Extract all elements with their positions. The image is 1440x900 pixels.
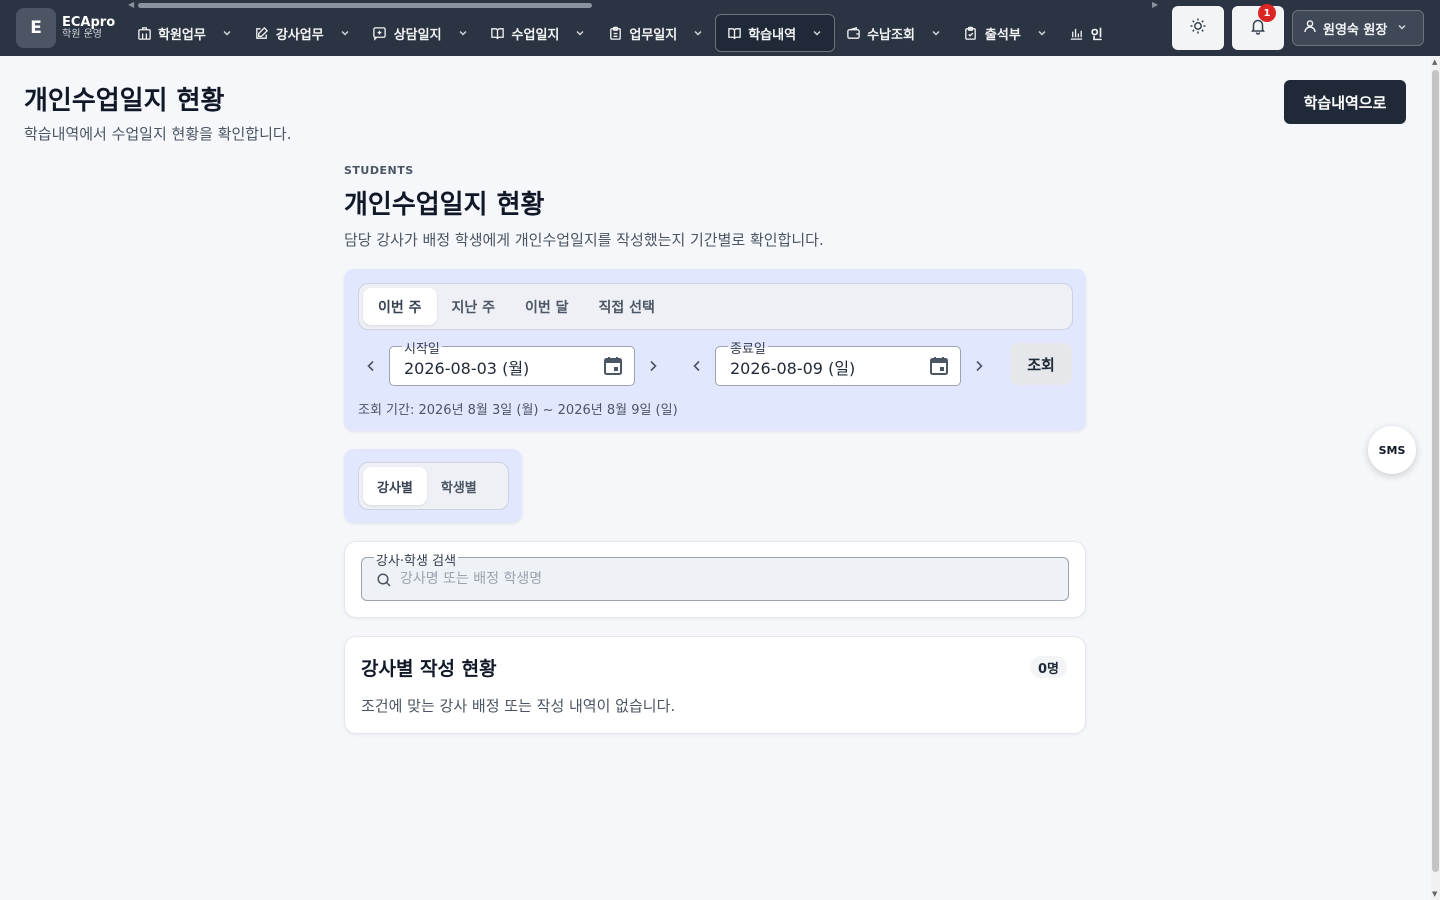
chevron-down-icon [1035,26,1049,40]
theme-toggle-button[interactable] [1172,6,1224,50]
nav-item-label: 학원업무 [158,27,206,43]
empty-state-text: 조건에 맞는 강사 배정 또는 작성 내역이 없습니다. [361,697,676,715]
book-open-icon [726,25,742,41]
chevron-down-icon [573,26,587,40]
start-date-field[interactable]: 시작일 2026-08-03 (월) [389,338,635,386]
user-menu-button[interactable]: 원영숙 원장 [1292,10,1424,46]
sun-icon [1189,17,1207,39]
end-date-value: 2026-08-09 (일) [730,359,856,378]
calendar-icon[interactable] [928,355,950,377]
wallet-icon [845,25,861,41]
nav-item-label: 강사업무 [275,27,324,43]
chart-bar-icon [1069,25,1085,41]
nav-item-label: 업무일지 [629,27,678,43]
scroll-up-icon[interactable]: ▲ [1432,58,1437,66]
nav-item-teacher[interactable]: 강사업무 [244,14,362,52]
start-date-value: 2026-08-03 (월) [404,359,530,378]
tab-this-week[interactable]: 이번 주 [363,288,437,325]
notification-badge: 1 [1258,4,1276,22]
scroll-left-icon[interactable]: ◀ [128,0,134,9]
scroll-down-icon[interactable]: ▼ [1432,890,1437,898]
calendar-icon[interactable] [602,355,624,377]
end-date-field[interactable]: 종료일 2026-08-09 (일) [715,338,961,386]
query-range-text: 조회 기간: 2026년 8월 3일 (월) ~ 2026년 8월 9일 (일) [358,403,678,418]
nav-item-stats[interactable]: 인 [1059,14,1113,52]
sms-button[interactable]: SMS [1368,426,1416,474]
view-tabs: 강사별 학생별 [358,462,509,510]
brand-name: ECApro [62,14,116,30]
nav-item-learning-history[interactable]: 학습내역 [715,14,836,52]
chevron-down-icon [929,26,943,40]
tab-by-student[interactable]: 학생별 [427,467,491,505]
nav-item-label: 수납조회 [867,27,915,43]
nav-item-label: 학습내역 [748,27,797,43]
nav-item-academy[interactable]: 학원업무 [126,14,244,52]
notifications-button[interactable]: 1 [1232,4,1284,50]
nav-item-attendance[interactable]: 출석부 [953,14,1059,52]
tab-by-teacher[interactable]: 강사별 [363,467,427,505]
page-scrollbar[interactable]: ▲ ▼ [1431,56,1440,900]
clipboard-check-icon [963,25,979,41]
end-date-prev-button[interactable] [686,355,708,377]
nav-item-class-log[interactable]: 수업일지 [480,14,598,52]
clipboard-icon [607,25,623,41]
result-count-badge: 0명 [1030,656,1068,678]
tab-last-week[interactable]: 지난 주 [437,288,511,325]
nav-item-label: 상담일지 [393,27,442,43]
chevron-down-icon [220,26,234,40]
chat-plus-icon [372,25,388,41]
content-subtitle: 담당 강사가 배정 학생에게 개인수업일지를 작성했는지 기간별로 확인합니다. [344,231,824,249]
start-date-prev-button[interactable] [360,355,382,377]
search-icon [376,572,392,588]
back-to-learning-history-button[interactable]: 학습내역으로 [1284,80,1406,124]
chevron-down-icon [338,26,352,40]
brand-subtitle: 학원 운영 [62,28,102,40]
brand-logo: E [16,8,56,48]
main-nav: 학원업무 강사업무 상담일지 수업일지 업무일지 학습내역 수납조회 출석부 인 [126,14,1160,52]
result-title: 강사별 작성 현황 [361,658,497,680]
page-subtitle: 학습내역에서 수업일지 현황을 확인합니다. [24,125,292,143]
edit-icon [254,25,270,41]
scrollbar-thumb[interactable] [1432,70,1439,872]
user-icon [1303,19,1317,37]
content-title: 개인수업일지 현황 [344,190,545,220]
top-navigation-bar: ◀ ▶ E ECApro 학원 운영 학원업무 강사업무 상담일지 수업일지 업… [0,0,1440,56]
nav-item-work-log[interactable]: 업무일지 [597,14,715,52]
chevron-down-icon [691,26,705,40]
chevron-down-icon [1397,21,1407,36]
period-tabs: 이번 주 지난 주 이번 달 직접 선택 [358,283,1073,330]
chevron-left-icon [366,357,376,376]
scroll-right-icon[interactable]: ▶ [1152,0,1158,9]
query-button[interactable]: 조회 [1010,343,1072,385]
chevron-left-icon [692,357,702,376]
tab-custom-range[interactable]: 직접 선택 [584,288,670,325]
result-card [344,636,1086,734]
nav-item-label: 출석부 [984,27,1021,43]
page-title: 개인수업일지 현황 [24,86,225,116]
nav-item-label: 수업일지 [511,27,560,43]
book-open-icon [490,25,506,41]
section-eyebrow: STUDENTS [344,164,414,177]
chevron-right-icon [648,357,658,376]
nav-item-consult[interactable]: 상담일지 [362,14,480,52]
search-input[interactable] [400,567,1050,591]
nav-horizontal-scrollbar[interactable] [138,3,592,8]
start-date-next-button[interactable] [642,355,664,377]
end-date-next-button[interactable] [968,355,990,377]
search-field[interactable]: 강사·학생 검색 [361,550,1069,601]
tab-this-month[interactable]: 이번 달 [510,288,584,325]
nav-item-payments[interactable]: 수납조회 [835,14,953,52]
chevron-right-icon [974,357,984,376]
user-name: 원영숙 원장 [1323,22,1388,38]
chevron-down-icon [456,26,470,40]
building-icon [136,25,152,41]
brand[interactable]: E ECApro 학원 운영 [16,8,115,48]
chevron-down-icon [810,26,824,40]
nav-item-label: 인 [1090,27,1103,43]
